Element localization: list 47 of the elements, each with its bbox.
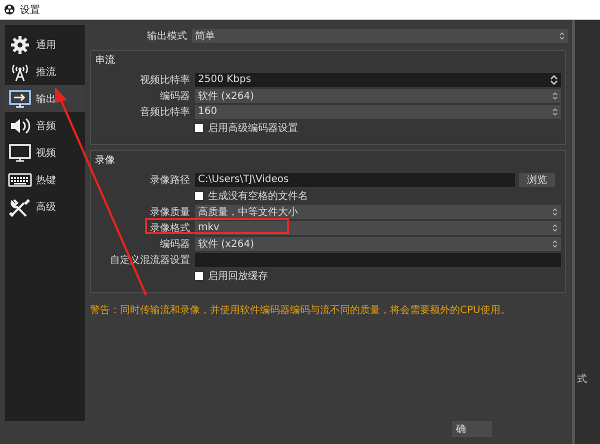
text-field[interactable]	[195, 252, 561, 266]
updown-icon	[552, 90, 558, 100]
field-label: 视频比特率	[139, 74, 191, 86]
dropdown-field[interactable]: 160	[195, 104, 561, 118]
sidebar-item[interactable]: 推流	[5, 58, 85, 85]
dropdown-field[interactable]: 软件 (x264)	[195, 88, 561, 102]
checkbox-option[interactable]: 启用回放缓存	[195, 268, 268, 282]
field-label: 编码器	[159, 90, 191, 102]
checkbox-option[interactable]: 启用高级编码器设置	[195, 120, 298, 134]
sidebar-item[interactable]: 通用	[5, 31, 85, 58]
tools-icon	[8, 196, 32, 216]
field-label: 编码器	[159, 238, 191, 250]
updown-icon	[559, 31, 565, 41]
sidebar-item[interactable]: 热键	[5, 166, 85, 193]
path-field[interactable]: C:\Users\TJ\Videos	[195, 172, 515, 186]
field-label: 录像格式	[149, 222, 191, 234]
updown-icon	[552, 222, 558, 232]
updown-icon	[550, 74, 558, 86]
field-label: 录像路径	[149, 174, 191, 186]
dropdown-field[interactable]: 简单	[192, 29, 568, 43]
browse-button[interactable]: 浏览	[519, 172, 555, 186]
updown-icon	[552, 238, 558, 248]
sidebar-item[interactable]: 音频	[5, 112, 85, 139]
dropdown-field[interactable]: 高质量，中等文件大小	[195, 204, 561, 218]
field-label: 输出模式	[146, 30, 188, 43]
sidebar-item[interactable]: 视频	[5, 139, 85, 166]
gear-icon	[8, 34, 32, 54]
sidebar-item[interactable]: 高级	[5, 193, 85, 220]
field-label: 音频比特率	[139, 106, 191, 118]
field-label: 录像质量	[149, 206, 191, 218]
group-title: 录像	[95, 154, 116, 168]
monitor-arrow-icon	[8, 88, 32, 108]
group-title: 串流	[95, 54, 116, 68]
spinbox-field[interactable]: 2500 Kbps	[195, 72, 561, 86]
warning-text: 警告：同时传输流和录像，并使用软件编码器编码与流不同的质量，将会需要额外的CPU使用。	[90, 304, 512, 317]
confirm-button[interactable]: 确	[452, 421, 492, 437]
updown-icon	[552, 106, 558, 116]
dropdown-field[interactable]: 软件 (x264)	[195, 236, 561, 250]
checkbox-option[interactable]: 生成没有空格的文件名	[195, 188, 308, 202]
updown-icon	[552, 206, 558, 216]
window-title: 设置	[20, 4, 40, 16]
speaker-icon	[8, 116, 32, 136]
app-logo-icon	[4, 4, 15, 15]
background-label: 式	[577, 372, 587, 386]
monitor-icon	[8, 142, 32, 162]
dropdown-field[interactable]: mkv	[195, 220, 561, 234]
sidebar-item[interactable]: 输出	[5, 85, 85, 112]
